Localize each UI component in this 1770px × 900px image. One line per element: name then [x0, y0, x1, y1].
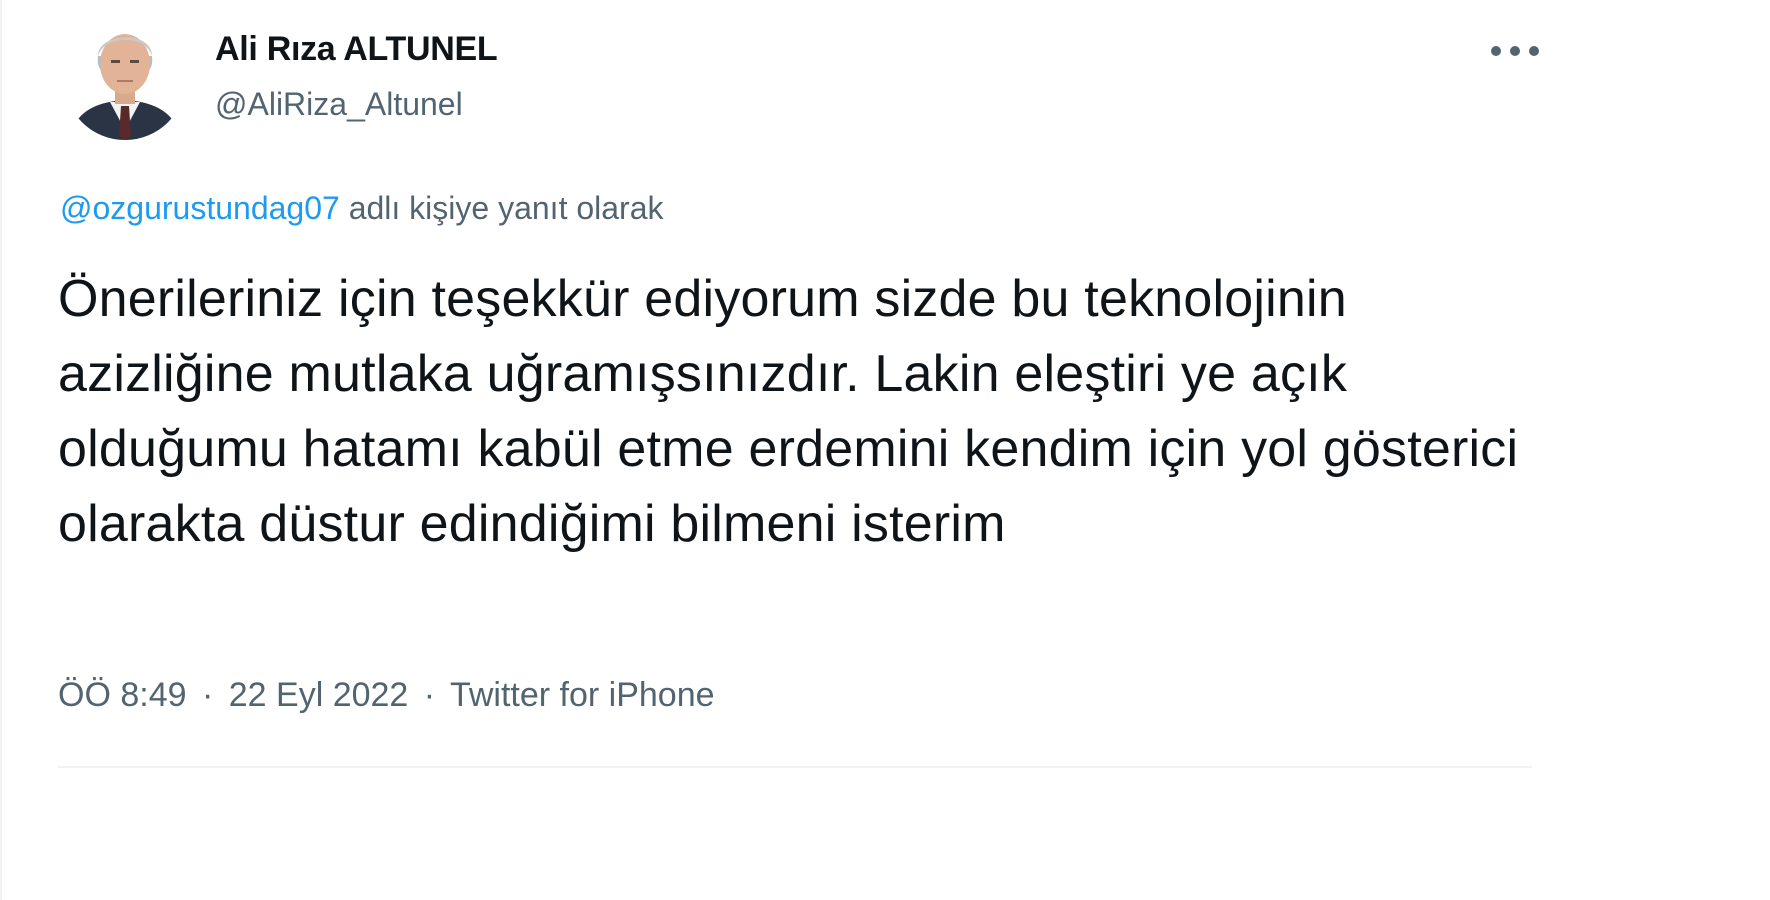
reply-context: @ozgurustundag07 adlı kişiye yanıt olara…	[60, 190, 664, 227]
tweet-detail: Ali Rıza ALTUNEL @AliRiza_Altunel @ozgur…	[0, 0, 1770, 900]
author-handle[interactable]: @AliRiza_Altunel	[215, 86, 463, 123]
meta-separator: ·	[201, 676, 214, 714]
reply-mention-link[interactable]: @ozgurustundag07	[60, 190, 340, 226]
tweet-source-link[interactable]: Twitter for iPhone	[450, 676, 715, 714]
tweet-text: Önerileriniz için teşekkür ediyorum sizd…	[58, 270, 1519, 553]
author-display-name[interactable]: Ali Rıza ALTUNEL	[215, 30, 498, 69]
tweet-date[interactable]: 22 Eyl 2022	[229, 676, 409, 714]
profile-photo-icon	[64, 18, 186, 140]
tweet-time[interactable]: ÖÖ 8:49	[58, 676, 187, 714]
meta-separator-2: ·	[423, 676, 436, 714]
more-options-button[interactable]	[1480, 26, 1550, 76]
divider	[58, 766, 1532, 768]
reply-context-text: adlı kişiye yanıt olarak	[339, 190, 664, 226]
tweet-metadata: ÖÖ 8:49 · 22 Eyl 2022 · Twitter for iPho…	[58, 676, 715, 715]
avatar[interactable]	[64, 18, 186, 140]
more-horizontal-icon	[1491, 46, 1539, 56]
